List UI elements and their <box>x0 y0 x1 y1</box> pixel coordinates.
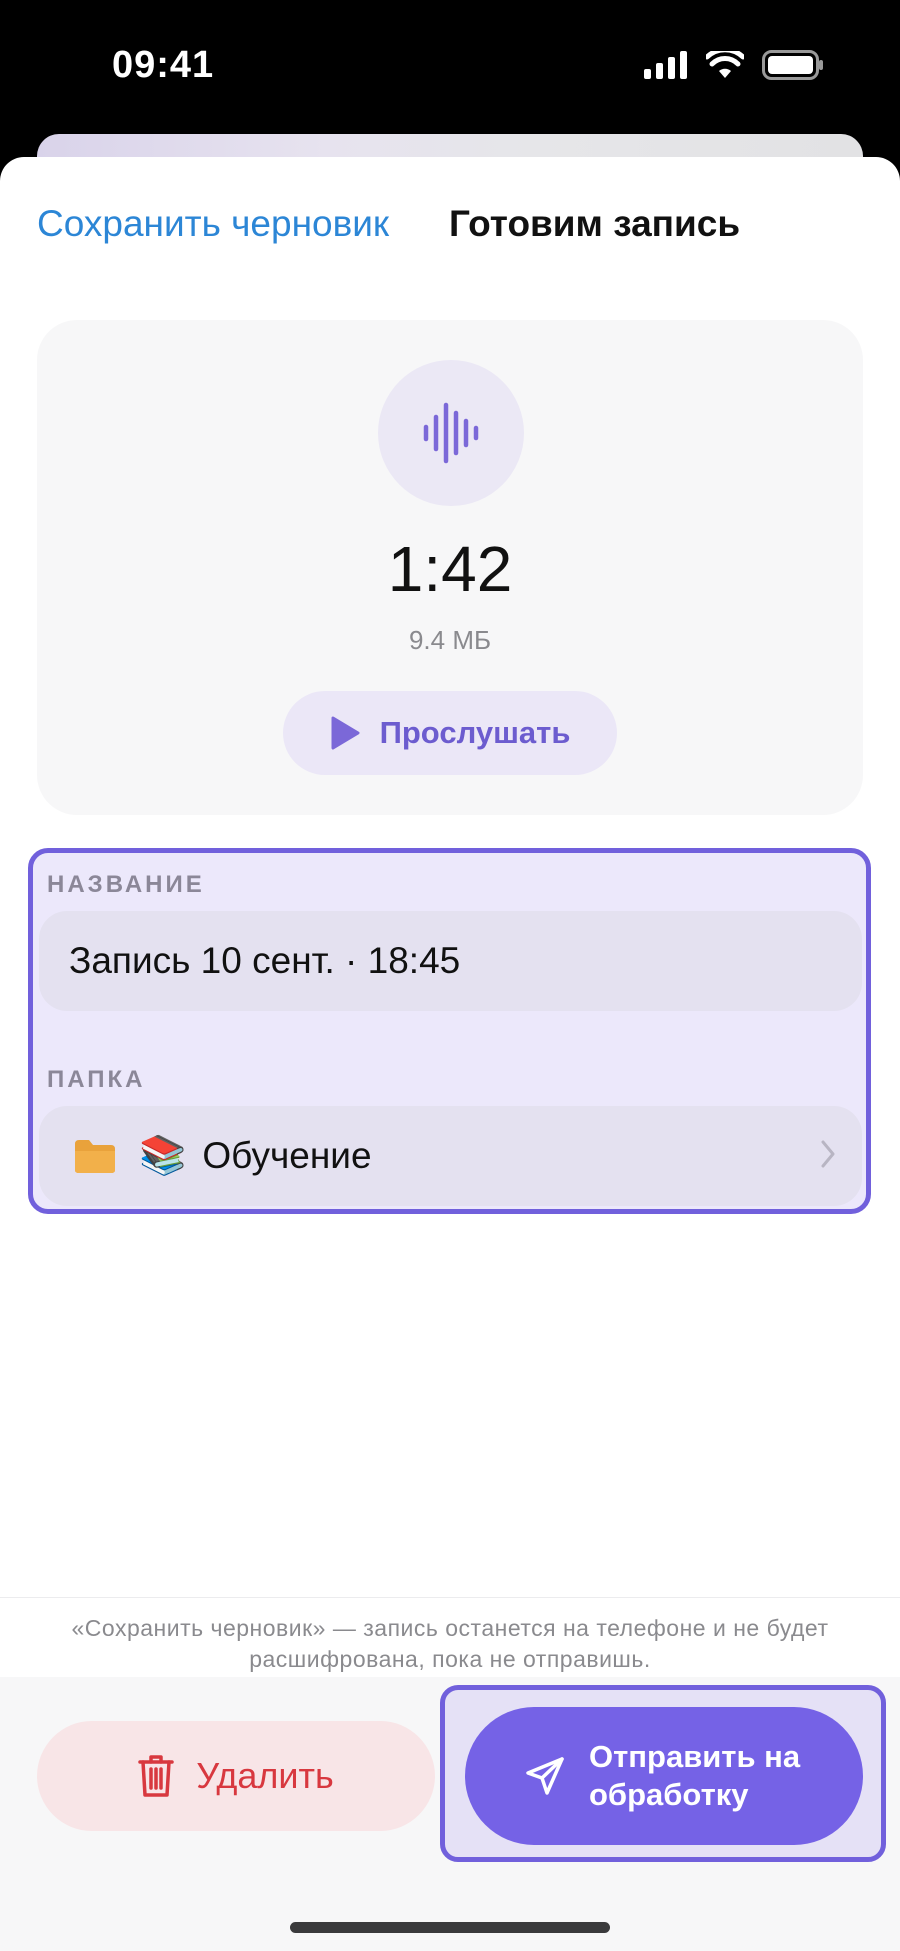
status-time: 09:41 <box>112 44 215 86</box>
chevron-right-icon <box>821 1140 835 1168</box>
audio-card: 1:42 9.4 МБ Прослушать <box>37 320 863 815</box>
folder-value: Обучение <box>202 1135 372 1176</box>
play-icon <box>331 716 360 750</box>
listen-label: Прослушать <box>379 715 571 750</box>
folder-icon <box>75 1140 115 1173</box>
folder-picker[interactable]: 📚 Обучение <box>39 1106 862 1206</box>
status-bar: 09:41 <box>0 0 900 135</box>
page-title: Готовим запись <box>449 203 741 244</box>
name-label: НАЗВАНИЕ <box>47 871 205 898</box>
signal-icon <box>644 51 687 79</box>
listen-button[interactable]: Прослушать <box>283 691 617 775</box>
books-icon: 📚 <box>139 1135 187 1177</box>
battery-icon <box>762 50 823 80</box>
status-icons <box>644 50 824 80</box>
wifi-icon <box>706 51 744 78</box>
details-form: НАЗВАНИЕ Запись 10 сент. · 18:45 ПАПКА 📚… <box>28 848 871 1214</box>
send-icon <box>526 1757 564 1795</box>
recording-duration: 1:42 <box>387 533 513 605</box>
delete-label: Удалить <box>196 1755 334 1796</box>
home-indicator <box>290 1922 610 1933</box>
send-label: Отправить на обработку <box>589 1739 801 1812</box>
draft-hint: «Сохранить черновик» — запись останется … <box>71 1615 829 1672</box>
waveform-icon <box>423 402 479 464</box>
save-draft-button[interactable]: Сохранить черновик <box>37 203 389 245</box>
name-field[interactable]: Запись 10 сент. · 18:45 <box>39 911 862 1011</box>
waveform-badge <box>378 360 524 506</box>
recording-size: 9.4 МБ <box>408 625 492 655</box>
trash-icon <box>138 1755 175 1797</box>
send-button[interactable]: Отправить на обработку <box>465 1707 863 1845</box>
folder-label: ПАПКА <box>47 1066 146 1093</box>
divider <box>0 1597 900 1598</box>
name-value: Запись 10 сент. · 18:45 <box>69 940 461 981</box>
delete-button[interactable]: Удалить <box>37 1721 435 1831</box>
